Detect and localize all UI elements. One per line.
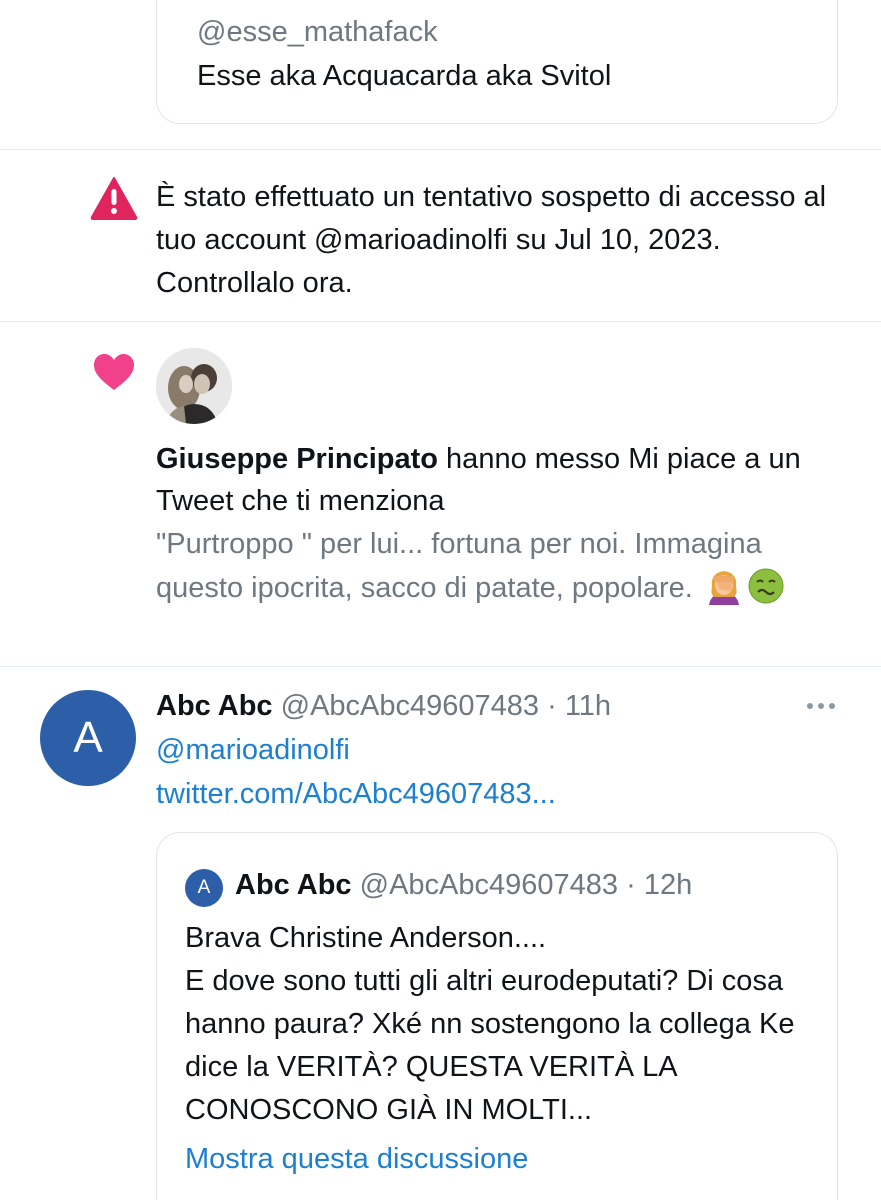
- security-alert-text: È stato effettuato un tentativo sospetto…: [156, 181, 827, 299]
- quoted-tweet-author-name: Abc Abc: [235, 869, 352, 901]
- quoted-tweet-timestamp: 12h: [643, 869, 693, 901]
- divider: [0, 149, 881, 150]
- liker-name[interactable]: Giuseppe Principato: [156, 443, 438, 475]
- tweet-separator: ·: [539, 690, 565, 722]
- quoted-tweet-header: Abc Abc @AbcAbc49607483 · 12h: [235, 863, 692, 907]
- quoted-user-handle: @esse_mathafack: [197, 16, 438, 48]
- tweet-mention-link[interactable]: @marioadinolfi: [156, 728, 350, 772]
- heart-icon: [94, 354, 134, 390]
- liker-avatar[interactable]: [156, 348, 232, 424]
- like-notification-text: Giuseppe Principato hanno messo Mi piace…: [156, 438, 856, 522]
- more-options-icon[interactable]: [804, 700, 838, 712]
- divider: [0, 321, 881, 322]
- nauseated-face-emoji: [748, 568, 784, 604]
- tweet-author-handle[interactable]: @AbcAbc49607483: [281, 690, 539, 722]
- quoted-tweet-card[interactable]: A Abc Abc @AbcAbc49607483 · 12h Brava Ch…: [156, 832, 838, 1200]
- tweet-author-name[interactable]: Abc Abc: [156, 690, 273, 722]
- quoted-tweet-avatar: A: [185, 869, 223, 907]
- tweet-url-link[interactable]: twitter.com/AbcAbc49607483...: [156, 772, 556, 816]
- show-thread-link[interactable]: Mostra questa discussione: [185, 1137, 528, 1181]
- tweet-header: Abc Abc @AbcAbc49607483 · 11h: [156, 684, 611, 728]
- quoted-user-card[interactable]: @esse_mathafack Esse aka Acquacarda aka …: [156, 0, 838, 124]
- tweet-timestamp[interactable]: 11h: [565, 690, 611, 722]
- divider: [0, 666, 881, 667]
- woman-facepalming-emoji: [708, 571, 739, 605]
- avatar-photo-icon: [156, 348, 232, 424]
- tweet-author-avatar[interactable]: A: [40, 690, 136, 786]
- warning-icon: [90, 177, 138, 220]
- liked-tweet-text: "Purtroppo " per lui... fortuna per noi.…: [156, 528, 762, 604]
- quoted-tweet-text: Brava Christine Anderson.... E dove sono…: [185, 922, 795, 1126]
- quoted-tweet-separator: ·: [618, 869, 644, 901]
- quoted-user-name: Esse aka Acquacarda aka Svitol: [197, 60, 612, 92]
- liked-tweet-excerpt: "Purtroppo " per lui... fortuna per noi.…: [156, 522, 856, 610]
- quoted-tweet-author-handle: @AbcAbc49607483: [359, 869, 619, 901]
